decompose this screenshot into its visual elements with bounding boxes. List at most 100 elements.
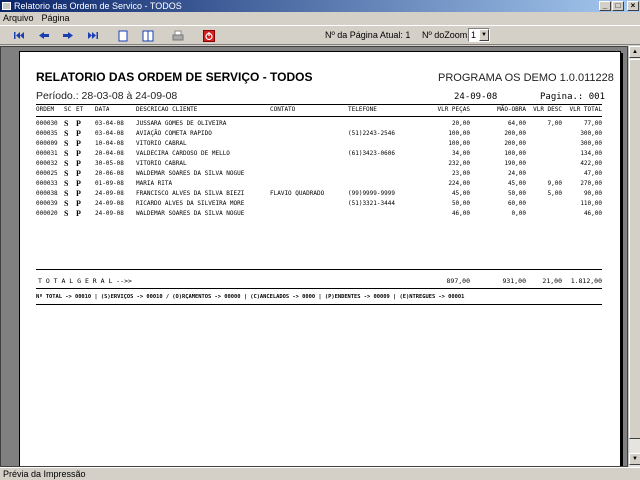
cell-data: 20-04-08 [95,150,124,157]
cell-sc: S [64,209,69,218]
cell-pecas: 232,00 [448,160,470,167]
cell-total: 422,00 [580,160,602,167]
cell-data: 24-09-08 [95,190,124,197]
cell-et: P [76,119,81,128]
last-page-button[interactable] [86,29,100,42]
cell-pecas: 23,00 [451,170,470,177]
scroll-down-button[interactable]: ▼ [629,453,640,465]
cell-desc: 5,00 [547,190,562,197]
cell-data: 30-05-08 [95,160,124,167]
arrow-right-icon [63,32,73,39]
menu-pagina[interactable]: Página [42,12,70,24]
report-title: RELATORIO DAS ORDEM DE SERVIÇO - TODOS [36,70,313,84]
cell-ordem: 000032 [36,160,58,167]
cell-et: P [76,189,81,198]
cell-cliente: WALDEMAR SOARES DA SILVA NOGUE [136,170,245,177]
cell-et: P [76,139,81,148]
cell-sc: S [64,119,69,128]
cell-mao-obra: 50,00 [507,190,526,197]
scroll-up-button[interactable]: ▲ [629,46,640,58]
divider [36,116,602,117]
cell-cliente: RICARDO ALVES DA SILVEIRA MORE [136,200,245,207]
cell-et: P [76,169,81,178]
cell-desc: 7,00 [547,120,562,127]
cell-cliente: JUSSARA GOMES DE OLIVEIRA [136,120,227,127]
col-cliente: DESCRICAO CLIENTE [136,106,198,113]
table-row: 000025 S P 20-06-08 WALDEMAR SOARES DA SILVA… [36,169,604,179]
cell-ordem: 000009 [36,140,58,147]
cell-desc: 9,00 [547,180,562,187]
maximize-button[interactable]: □ [612,1,624,11]
zoom-label: Nº doZoom [422,30,468,40]
arrow-left-icon [39,32,49,39]
report-period: Período.: 28-03-08 à 24-09-08 [36,90,178,102]
col-sc: SC [64,106,72,113]
table-row: 000039 S P 24-09-08 RICARDO ALVES DA SILVEIR… [36,199,604,209]
cell-ordem: 000031 [36,150,58,157]
cell-et: P [76,159,81,168]
zoom-select[interactable]: 1 ▼ [468,28,490,42]
cell-cliente: VITORIO CABRAL [136,140,187,147]
last-page-icon [88,32,98,39]
cell-pecas: 100,00 [448,140,470,147]
cell-sc: S [64,159,69,168]
table-row: 000032 S P 30-05-08 VITORIO CABRAL 232,00 190,… [36,159,604,169]
single-page-icon [118,30,128,41]
cell-telefone: (51)2243-2546 [348,130,395,137]
single-page-button[interactable] [116,29,130,42]
column-headers: ORDEM SC ET DATA DESCRICAO CLIENTE CONTA… [36,105,604,115]
total-pecas: 897,00 [446,277,470,285]
minimize-button[interactable]: _ [599,1,611,11]
print-button[interactable] [171,29,185,42]
table-row: 000035 S P 03-04-08 AVIAÇÃO COMETA RAPIDO (51… [36,129,604,139]
toolbar: Nº da Página Atual: 1 Nº doZoom 1 ▼ [0,25,640,45]
cell-sc: S [64,149,69,158]
close-button[interactable]: × [627,1,639,11]
scroll-thumb[interactable] [629,59,640,439]
status-bar: Prévia da Impressão [0,467,640,480]
cell-telefone: (99)9999-9999 [348,190,395,197]
cell-pecas: 34,00 [451,150,470,157]
cell-mao-obra: 190,00 [504,160,526,167]
cell-total: 46,00 [583,210,602,217]
col-total: VLR TOTAL [569,106,602,113]
program-name: PROGRAMA OS DEMO 1.0.011228 [438,72,614,84]
cell-total: 90,00 [583,190,602,197]
cell-et: P [76,179,81,188]
col-pecas: VLR PEÇAS [437,106,470,113]
printer-icon [172,30,184,40]
cell-total: 134,00 [580,150,602,157]
report-date: 24-09-08 [454,92,498,102]
menu-arquivo[interactable]: Arquivo [3,12,34,24]
cell-mao-obra: 0,00 [511,210,526,217]
previous-page-button[interactable] [37,29,51,42]
grand-total-label: T O T A L G E R A L -->> [38,277,132,285]
cell-et: P [76,209,81,218]
cell-pecas: 50,00 [451,200,470,207]
report-page-number: Pagina.: 001 [540,92,606,102]
table-row: 000030 S P 03-04-08 JUSSARA GOMES DE OLIVEIR… [36,119,604,129]
cell-data: 10-04-08 [95,140,124,147]
cell-data: 01-09-08 [95,180,124,187]
zoom-value: 1 [471,30,477,40]
next-page-button[interactable] [61,29,75,42]
cell-data: 20-06-08 [95,170,124,177]
exit-button[interactable] [202,29,216,42]
table-row: 000009 S P 10-04-08 VITORIO CABRAL 100,00 200,… [36,139,604,149]
col-desc: VLR DESC [533,106,562,113]
cell-contato: FLAVIO QUADRADO [270,190,325,197]
cell-ordem: 000025 [36,170,58,177]
cell-ordem: 000020 [36,210,58,217]
cell-sc: S [64,129,69,138]
preview-area: RELATORIO DAS ORDEM DE SERVIÇO - TODOS P… [0,46,628,467]
first-page-icon [14,32,24,39]
app-icon [2,2,11,10]
first-page-button[interactable] [12,29,26,42]
cell-cliente: VALDECIRA CARDOSO DE MELLO [136,150,230,157]
cell-et: P [76,129,81,138]
chevron-down-icon[interactable]: ▼ [479,29,489,41]
power-icon [203,29,215,42]
vertical-scrollbar[interactable]: ▲ ▼ [628,46,640,467]
two-pages-button[interactable] [141,29,155,42]
cell-pecas: 100,00 [448,130,470,137]
